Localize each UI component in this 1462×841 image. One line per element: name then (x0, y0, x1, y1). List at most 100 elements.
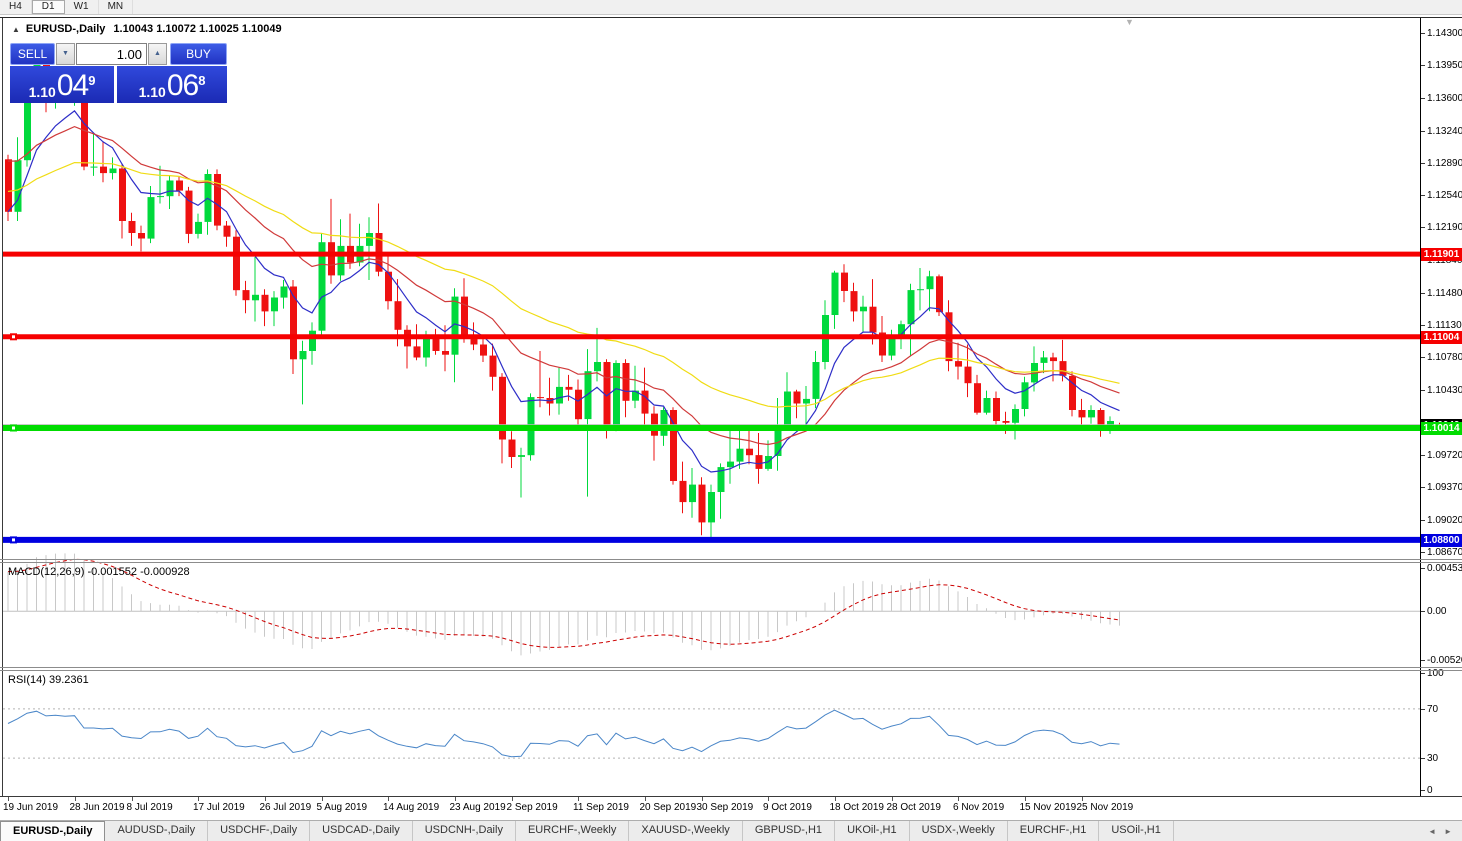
candle-body (575, 390, 582, 420)
hline-price-tag-1.08800: 1.08800 (1421, 534, 1462, 547)
volume-input[interactable] (76, 43, 147, 65)
candle-body (917, 289, 924, 290)
candle-body (300, 351, 307, 359)
candle-body (480, 345, 487, 356)
candle-body (1060, 361, 1067, 376)
candle-body (813, 362, 820, 399)
candle-body (366, 233, 373, 246)
candle-body (870, 307, 877, 333)
candle-body (442, 351, 449, 355)
chart-tab-eurusd-daily[interactable]: EURUSD-,Daily (0, 821, 105, 841)
macd-separator-2[interactable] (0, 562, 1462, 563)
chart-tab-usdcnh-daily[interactable]: USDCNH-,Daily (413, 821, 516, 841)
rsi-separator-2[interactable] (0, 670, 1462, 671)
macd-separator[interactable] (0, 559, 1462, 560)
chart-plot-area[interactable] (0, 0, 1462, 840)
candle-body (794, 392, 801, 404)
line-drag-handle-dot (12, 538, 15, 541)
chart-window-left-border (2, 18, 3, 796)
candle-body (803, 399, 810, 404)
candle-body (271, 298, 278, 312)
candle-body (737, 449, 744, 462)
chart-tab-audusd-daily[interactable]: AUDUSD-,Daily (105, 821, 208, 841)
candle-body (461, 297, 468, 337)
candle-body (623, 363, 630, 401)
rsi-separator[interactable] (0, 667, 1462, 668)
candle-body (556, 387, 563, 404)
buy-price-pip: 8 (198, 74, 205, 87)
candle-body (129, 221, 136, 233)
candle-body (708, 492, 715, 522)
candle-body (224, 226, 231, 237)
candle-body (613, 363, 620, 427)
sell-price-prefix: 1.10 (29, 85, 56, 99)
chart-tab-eurchf-h1[interactable]: EURCHF-,H1 (1008, 821, 1100, 841)
moving-average-8 (8, 111, 1120, 472)
chart-ohlc-quote: 1.10043 1.10072 1.10025 1.10049 (113, 23, 281, 35)
one-click-trading-panel: SELL ▼ ▲ BUY 1.10 04 9 1.10 06 8 (10, 43, 227, 103)
chart-shift-marker-icon[interactable]: ▼ (1125, 17, 1134, 27)
candle-body (509, 440, 516, 458)
timeframe-button-d1[interactable]: D1 (32, 0, 65, 14)
candle-body (433, 338, 440, 351)
candle-body (186, 191, 193, 234)
candle-body (965, 367, 972, 384)
candle-body (1079, 410, 1086, 417)
candle-body (395, 301, 402, 330)
chart-tab-usdcad-daily[interactable]: USDCAD-,Daily (310, 821, 413, 841)
candle-body (832, 273, 839, 315)
candle-body (157, 196, 164, 197)
candle-body (746, 449, 753, 456)
candle-body (689, 485, 696, 503)
volume-increase-button[interactable]: ▲ (148, 43, 167, 65)
sell-price-display[interactable]: 1.10 04 9 (10, 66, 114, 103)
sell-button[interactable]: SELL (10, 43, 55, 65)
chart-tab-usdx-weekly[interactable]: USDX-,Weekly (910, 821, 1008, 841)
candle-body (119, 169, 126, 222)
candle-body (936, 276, 943, 312)
chart-title: ▲EURUSD-,Daily1.10043 1.10072 1.10025 1.… (12, 23, 282, 35)
buy-button[interactable]: BUY (170, 43, 227, 65)
candle-body (680, 481, 687, 502)
candle-body (15, 160, 22, 212)
candle-body (243, 290, 250, 300)
candle-body (1050, 357, 1057, 361)
chart-tab-usoil-h1[interactable]: USOil-,H1 (1099, 821, 1174, 841)
buy-price-display[interactable]: 1.10 06 8 (117, 66, 227, 103)
timeframe-button-w1[interactable]: W1 (65, 0, 99, 14)
candle-body (955, 361, 962, 367)
candle-body (167, 181, 174, 197)
candle-body (984, 398, 991, 413)
rsi-indicator-label: RSI(14) 39.2361 (8, 674, 89, 686)
candle-body (338, 246, 345, 276)
sell-price-big: 04 (57, 73, 88, 99)
timeframe-button-mn[interactable]: MN (99, 0, 134, 14)
price-axis-border (1420, 18, 1421, 796)
timeframe-toolbar: H4D1W1MN (0, 0, 1462, 15)
candle-body (414, 346, 421, 357)
candle-body (233, 237, 240, 291)
chart-tab-eurchf-weekly[interactable]: EURCHF-,Weekly (516, 821, 629, 841)
candle-body (1022, 382, 1029, 409)
timeframe-button-h4[interactable]: H4 (0, 0, 32, 14)
candle-body (5, 159, 12, 212)
tab-nav-right-icon[interactable]: ► (1440, 827, 1456, 836)
chart-tab-xauusd-weekly[interactable]: XAUUSD-,Weekly (629, 821, 742, 841)
candle-body (1041, 357, 1048, 363)
candle-body (176, 181, 183, 191)
candle-body (661, 410, 668, 436)
candle-body (594, 362, 601, 371)
tab-nav-left-icon[interactable]: ◄ (1424, 827, 1440, 836)
chart-window-top-border (0, 17, 1462, 18)
volume-decrease-button[interactable]: ▼ (56, 43, 75, 65)
chart-tab-ukoil-h1[interactable]: UKOil-,H1 (835, 821, 910, 841)
candle-body (423, 338, 430, 357)
panel-collapse-arrow[interactable]: ▲ (12, 25, 20, 34)
chart-tab-usdchf-daily[interactable]: USDCHF-,Daily (208, 821, 310, 841)
candle-body (214, 174, 221, 226)
candle-body (490, 356, 497, 377)
chart-tab-gbpusd-h1[interactable]: GBPUSD-,H1 (743, 821, 835, 841)
candle-body (889, 338, 896, 356)
symbol-tab-bar: EURUSD-,DailyAUDUSD-,DailyUSDCHF-,DailyU… (0, 820, 1462, 841)
buy-price-prefix: 1.10 (139, 85, 166, 99)
